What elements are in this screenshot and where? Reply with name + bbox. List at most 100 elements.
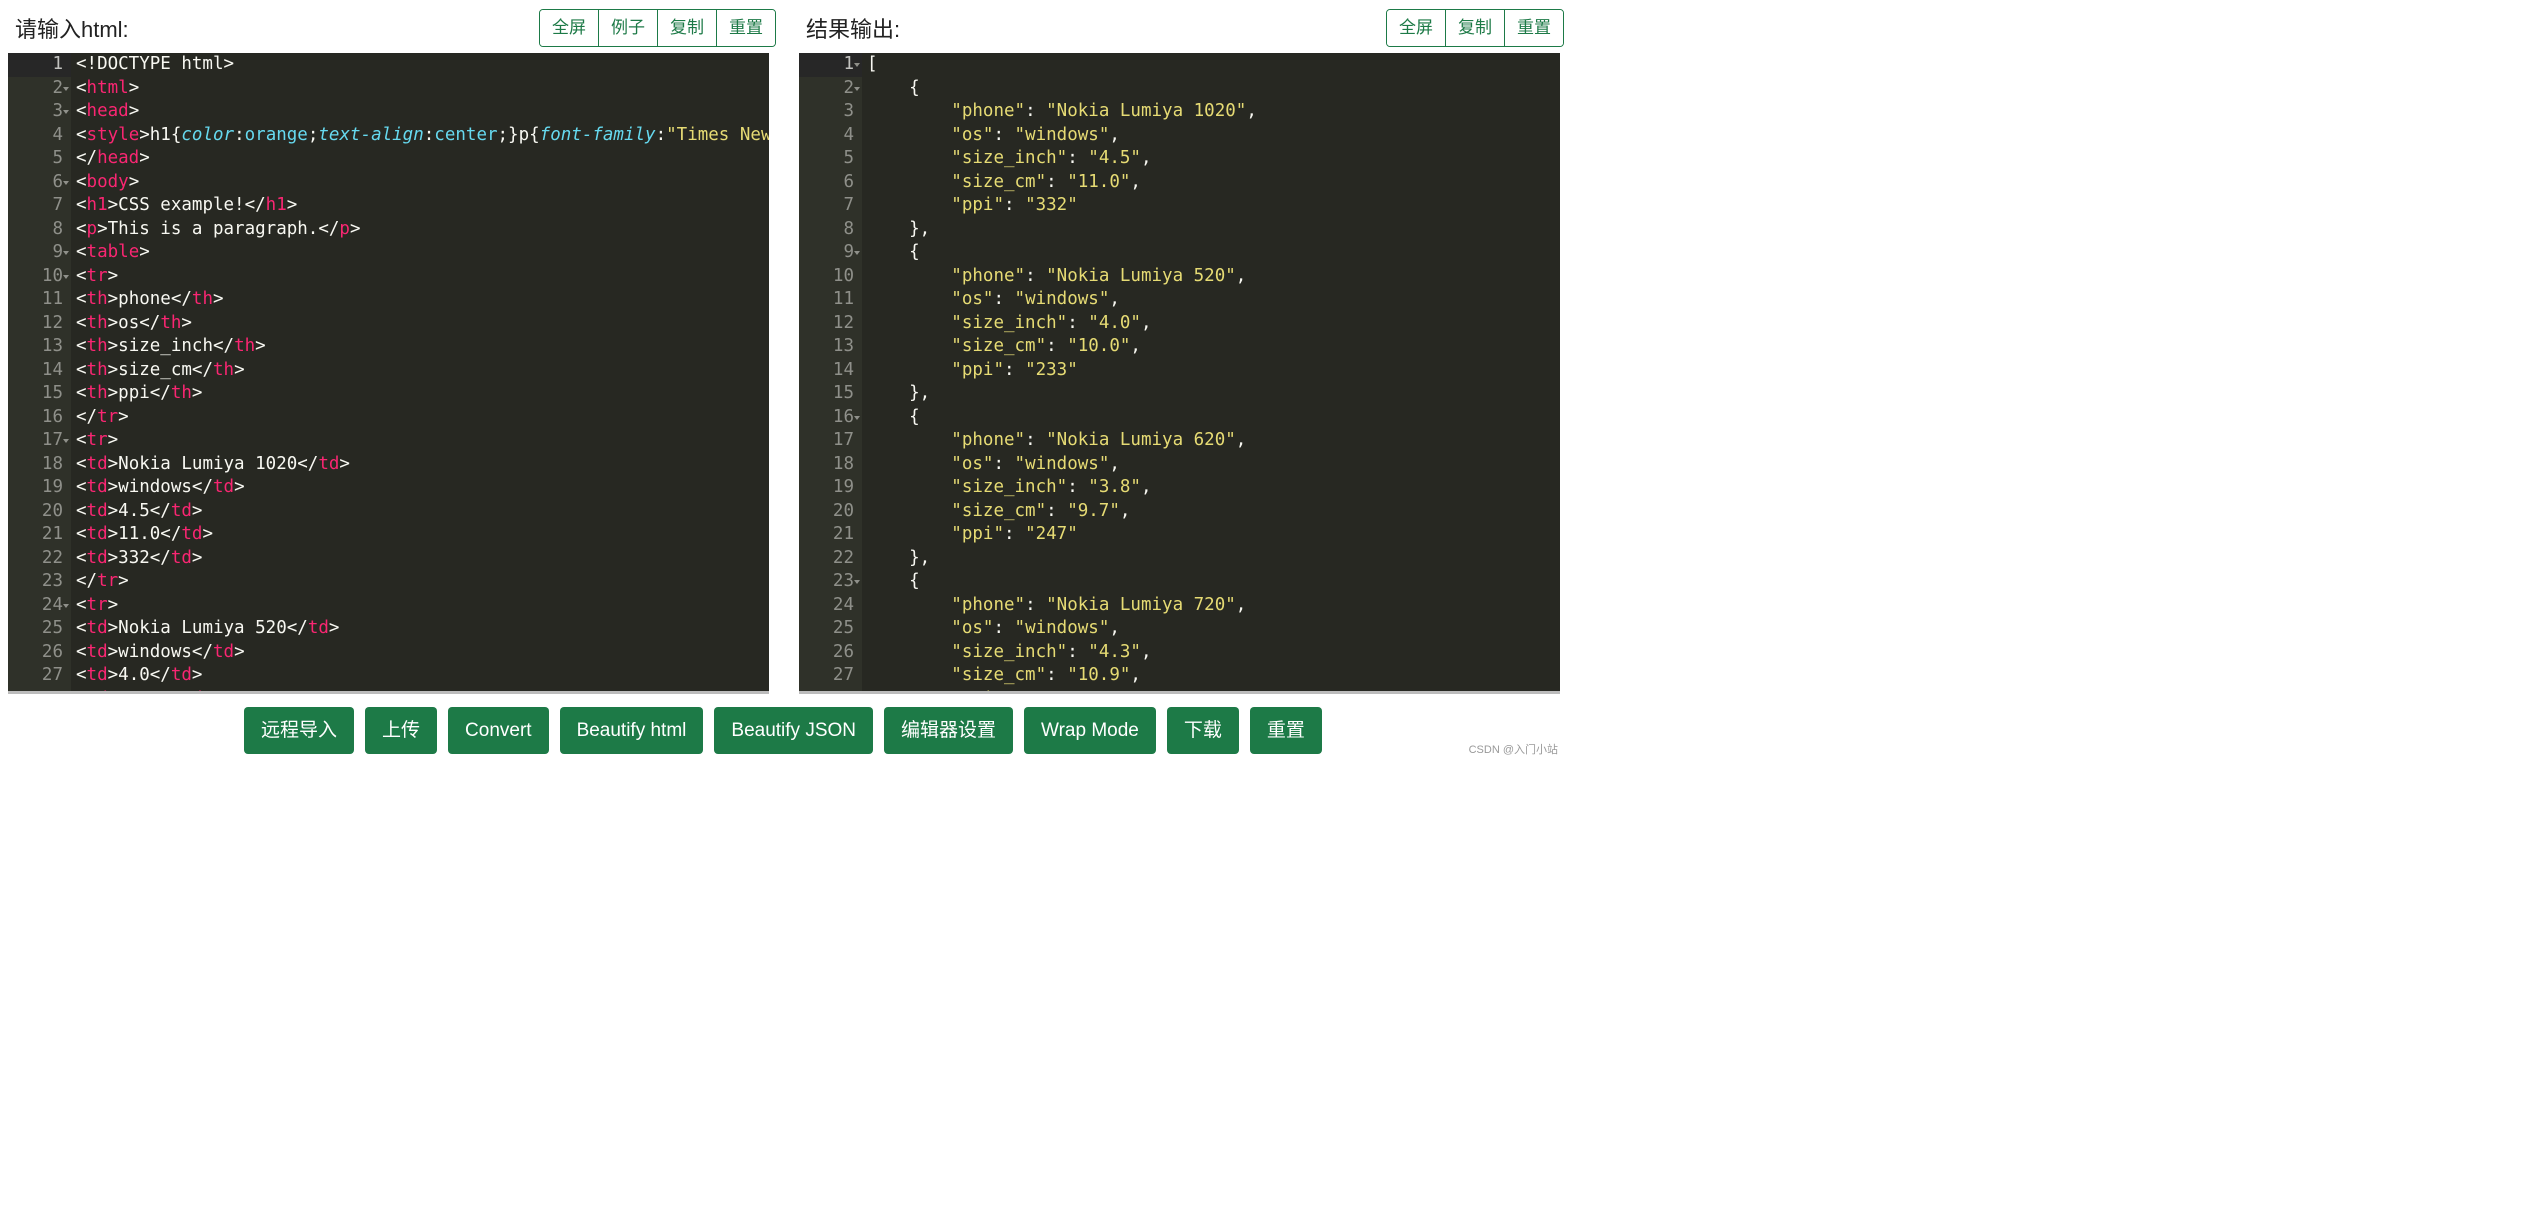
remote-import-button[interactable]: 远程导入: [244, 707, 355, 754]
code-line[interactable]: "phone": "Nokia Lumiya 1020",: [867, 100, 1560, 124]
code-line[interactable]: <th>phone</th>: [76, 288, 769, 312]
code-line[interactable]: <td>11.0</td>: [76, 523, 769, 547]
code-token: <: [76, 218, 87, 239]
code-line[interactable]: "size_inch": "4.3",: [867, 641, 1560, 665]
code-line[interactable]: },: [867, 218, 1560, 242]
code-line[interactable]: "os": "windows",: [867, 453, 1560, 477]
code-line[interactable]: "size_inch": "4.5",: [867, 147, 1560, 171]
left-panel-title: 请输入html:: [15, 17, 129, 42]
horizontal-scrollbar[interactable]: [799, 691, 1560, 694]
code-line[interactable]: <td>4.5</td>: [76, 500, 769, 524]
code-line[interactable]: <td>4.0</td>: [76, 664, 769, 688]
code-line[interactable]: "size_cm": "11.0",: [867, 171, 1560, 195]
line-number-fold[interactable]: 3: [8, 100, 71, 124]
line-number: 24: [832, 594, 854, 615]
copy-button[interactable]: 复制: [657, 10, 716, 46]
line-number-fold[interactable]: 16: [799, 406, 862, 430]
code-line[interactable]: {: [867, 241, 1560, 265]
code-token: center: [434, 124, 498, 145]
code-token: >: [139, 242, 150, 262]
code-line[interactable]: <th>os</th>: [76, 312, 769, 336]
code-line[interactable]: <style>h1{color:orange;text-align:center…: [76, 124, 769, 148]
fullscreen-button[interactable]: 全屏: [1387, 10, 1445, 46]
line-number-fold[interactable]: 1: [799, 53, 862, 77]
code-line[interactable]: </tr>: [76, 406, 769, 430]
code-line[interactable]: <body>: [76, 171, 769, 195]
code-line[interactable]: <!DOCTYPE html>: [76, 53, 769, 77]
code-line[interactable]: "os": "windows",: [867, 288, 1560, 312]
copy-button[interactable]: 复制: [1445, 10, 1504, 46]
html-input-editor[interactable]: 1 2 3 4 5 6 7 8 9 10 11 12 13 14 15 16 17 18 19 20 21 22 23 24 2…: [8, 53, 769, 694]
code-line[interactable]: <td>windows</td>: [76, 476, 769, 500]
editor-settings-button[interactable]: 编辑器设置: [884, 707, 1014, 754]
code-token: "phone": [951, 101, 1026, 121]
beautify-json-button[interactable]: Beautify JSON: [714, 707, 873, 754]
line-number-fold[interactable]: 24: [8, 594, 71, 618]
fullscreen-button[interactable]: 全屏: [540, 10, 598, 46]
code-line[interactable]: {: [867, 77, 1560, 101]
reset-button[interactable]: 重置: [716, 10, 775, 46]
code-line[interactable]: "phone": "Nokia Lumiya 720",: [867, 594, 1560, 618]
code-line[interactable]: },: [867, 547, 1560, 571]
code-line[interactable]: "phone": "Nokia Lumiya 520",: [867, 265, 1560, 289]
code-line[interactable]: <th>ppi</th>: [76, 382, 769, 406]
code-line[interactable]: <td>Nokia Lumiya 520</td>: [76, 617, 769, 641]
code-line[interactable]: <html>: [76, 77, 769, 101]
code-line[interactable]: "size_inch": "3.8",: [867, 476, 1560, 500]
code-line[interactable]: </tr>: [76, 570, 769, 594]
wrap-mode-button[interactable]: Wrap Mode: [1024, 707, 1156, 754]
code-line[interactable]: "size_cm": "10.0",: [867, 335, 1560, 359]
line-number-fold[interactable]: 17: [8, 429, 71, 453]
code-line[interactable]: <td>332</td>: [76, 547, 769, 571]
code-line[interactable]: [: [867, 53, 1560, 77]
line-number-fold[interactable]: 6: [8, 171, 71, 195]
code-line[interactable]: <td>Nokia Lumiya 1020</td>: [76, 453, 769, 477]
download-button[interactable]: 下载: [1166, 707, 1239, 754]
code-line[interactable]: "size_cm": "10.9",: [867, 664, 1560, 688]
beautify-html-button[interactable]: Beautify html: [559, 707, 704, 754]
convert-button[interactable]: Convert: [448, 707, 549, 754]
reset-button[interactable]: 重置: [1504, 10, 1563, 46]
code-line[interactable]: },: [867, 382, 1560, 406]
code-token: ,: [1130, 171, 1141, 192]
code-line[interactable]: <tr>: [76, 265, 769, 289]
line-number-fold[interactable]: 9: [8, 241, 71, 265]
json-output-editor[interactable]: 1 2 3 4 5 6 7 8 9 10 11 12 13 14 15 16 17 18 19 20 21 22 23 24 2…: [799, 53, 1560, 694]
line-number-fold[interactable]: 9: [799, 241, 862, 265]
example-button[interactable]: 例子: [598, 10, 657, 46]
code-token: </: [76, 148, 98, 168]
code-line[interactable]: <th>size_cm</th>: [76, 359, 769, 383]
code-token: >: [213, 289, 224, 309]
code-line[interactable]: <h1>CSS example!</h1>: [76, 194, 769, 218]
line-number: 19: [832, 477, 854, 497]
horizontal-scrollbar[interactable]: [8, 691, 769, 694]
code-line[interactable]: <tr>: [76, 594, 769, 618]
upload-button[interactable]: 上传: [365, 707, 438, 754]
reset-button[interactable]: 重置: [1249, 707, 1322, 754]
code-line[interactable]: "size_cm": "9.7",: [867, 500, 1560, 524]
code-line[interactable]: <table>: [76, 241, 769, 265]
code-line[interactable]: </head>: [76, 147, 769, 171]
code-line[interactable]: "ppi": "332": [867, 194, 1560, 218]
code-token: :: [1003, 524, 1026, 544]
code-line[interactable]: {: [867, 406, 1560, 430]
code-line[interactable]: "size_inch": "4.0",: [867, 312, 1560, 336]
code-line[interactable]: "os": "windows",: [867, 124, 1560, 148]
code-line[interactable]: "os": "windows",: [867, 617, 1560, 641]
line-number-fold[interactable]: 2: [8, 77, 71, 101]
line-number-fold[interactable]: 2: [799, 77, 862, 101]
code-token: :: [1046, 500, 1068, 521]
code-line[interactable]: {: [867, 570, 1560, 594]
code-line[interactable]: "ppi": "247": [867, 523, 1560, 547]
code-area[interactable]: [ { "phone": "Nokia Lumiya 1020", "os": …: [867, 53, 1560, 694]
code-line[interactable]: <th>size_inch</th>: [76, 335, 769, 359]
code-line[interactable]: <p>This is a paragraph.</p>: [76, 218, 769, 242]
code-line[interactable]: <head>: [76, 100, 769, 124]
code-line[interactable]: <td>windows</td>: [76, 641, 769, 665]
code-line[interactable]: "ppi": "233": [867, 359, 1560, 383]
code-line[interactable]: "phone": "Nokia Lumiya 620",: [867, 429, 1560, 453]
line-number-fold[interactable]: 10: [8, 265, 71, 289]
code-area[interactable]: <!DOCTYPE html> <html> <head> <style>h1{col…: [76, 53, 769, 694]
line-number-fold[interactable]: 23: [799, 570, 862, 594]
code-line[interactable]: <tr>: [76, 429, 769, 453]
